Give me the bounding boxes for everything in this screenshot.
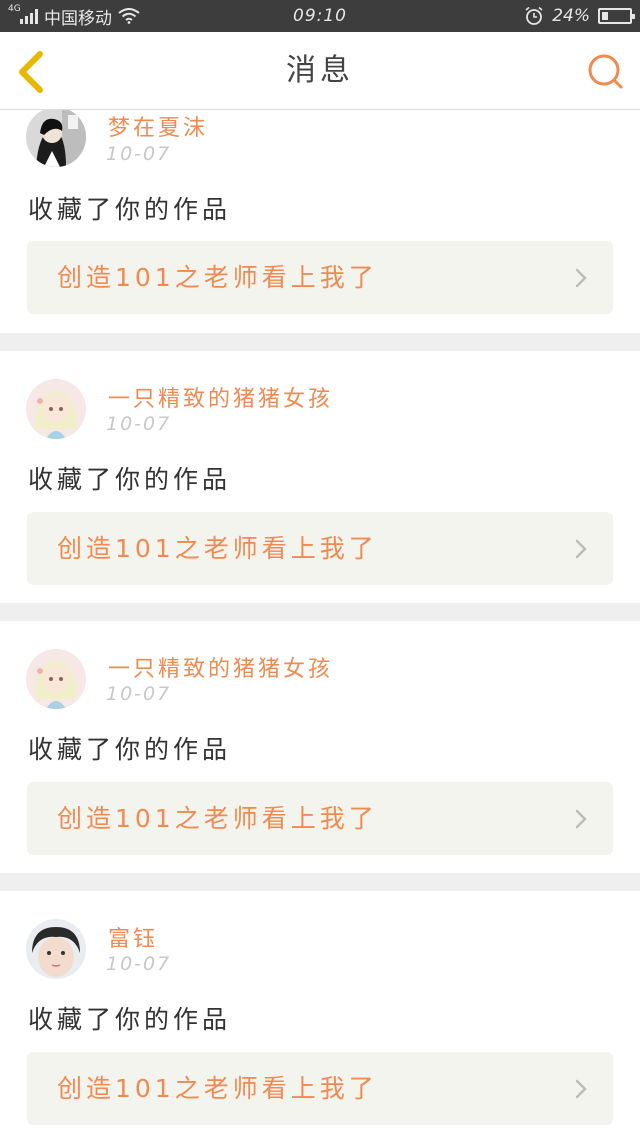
avatar[interactable] (26, 919, 86, 979)
carrier-label: 中国移动 (44, 8, 112, 29)
avatar[interactable] (26, 379, 86, 439)
notification-card: 梦在夏沫 10-07 收藏了你的作品 创造101之老师看上我了 (0, 110, 640, 333)
status-bar: 4G 中国移动 09:10 24% (0, 0, 640, 32)
battery-percent: 24% (552, 6, 590, 26)
action-text: 收藏了你的作品 (28, 1005, 232, 1034)
nav-bar: 消息 (0, 32, 640, 110)
chevron-right-icon (575, 268, 587, 288)
network-tag: 4G (8, 4, 21, 14)
chevron-right-icon (575, 1079, 587, 1099)
signal-icon: 4G (8, 4, 38, 24)
work-title: 创造101之老师看上我了 (57, 1074, 378, 1103)
work-title: 创造101之老师看上我了 (57, 534, 378, 563)
username[interactable]: 梦在夏沫 (108, 110, 208, 142)
battery-icon (598, 8, 635, 24)
work-title: 创造101之老师看上我了 (57, 804, 378, 833)
action-text: 收藏了你的作品 (28, 195, 232, 224)
chevron-right-icon (575, 539, 587, 559)
timestamp: 10-07 (106, 413, 172, 435)
notification-card: 一只精致的猪猪女孩 10-07 收藏了你的作品 创造101之老师看上我了 (0, 351, 640, 603)
work-link[interactable]: 创造101之老师看上我了 (27, 241, 613, 314)
work-link[interactable]: 创造101之老师看上我了 (27, 512, 613, 585)
search-icon[interactable] (586, 52, 626, 92)
work-link[interactable]: 创造101之老师看上我了 (27, 782, 613, 855)
chevron-right-icon (575, 809, 587, 829)
username[interactable]: 富钰 (108, 921, 158, 953)
notification-feed: 梦在夏沫 10-07 收藏了你的作品 创造101之老师看上我了 一只精致的猪猪女… (0, 110, 640, 1138)
page-title: 消息 (286, 53, 354, 88)
battery-level-fill (602, 12, 609, 20)
avatar[interactable] (26, 649, 86, 709)
notification-card: 一只精致的猪猪女孩 10-07 收藏了你的作品 创造101之老师看上我了 (0, 621, 640, 873)
username[interactable]: 一只精致的猪猪女孩 (108, 651, 333, 683)
action-text: 收藏了你的作品 (28, 465, 232, 494)
avatar[interactable] (26, 110, 86, 167)
action-text: 收藏了你的作品 (28, 735, 232, 764)
wifi-icon (118, 8, 140, 24)
timestamp: 10-07 (106, 683, 172, 705)
timestamp: 10-07 (106, 953, 172, 975)
work-title: 创造101之老师看上我了 (57, 263, 378, 292)
work-link[interactable]: 创造101之老师看上我了 (27, 1052, 613, 1125)
alarm-icon (525, 6, 543, 25)
timestamp: 10-07 (106, 143, 172, 165)
notification-card: 富钰 10-07 收藏了你的作品 创造101之老师看上我了 (0, 891, 640, 1138)
username[interactable]: 一只精致的猪猪女孩 (108, 381, 333, 413)
